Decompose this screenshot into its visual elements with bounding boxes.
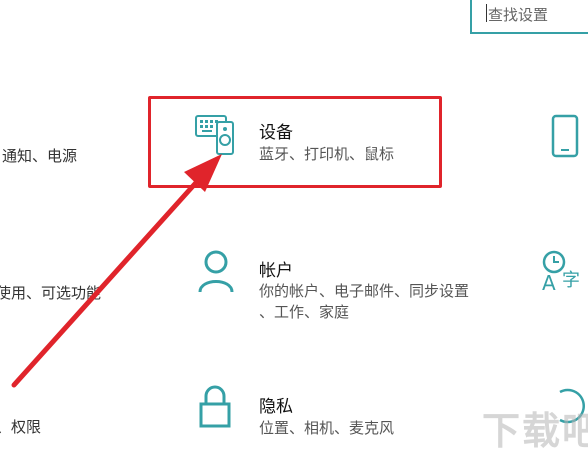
red-arrow: [11, 154, 222, 388]
watermark-text: 下载吧: [482, 409, 588, 453]
